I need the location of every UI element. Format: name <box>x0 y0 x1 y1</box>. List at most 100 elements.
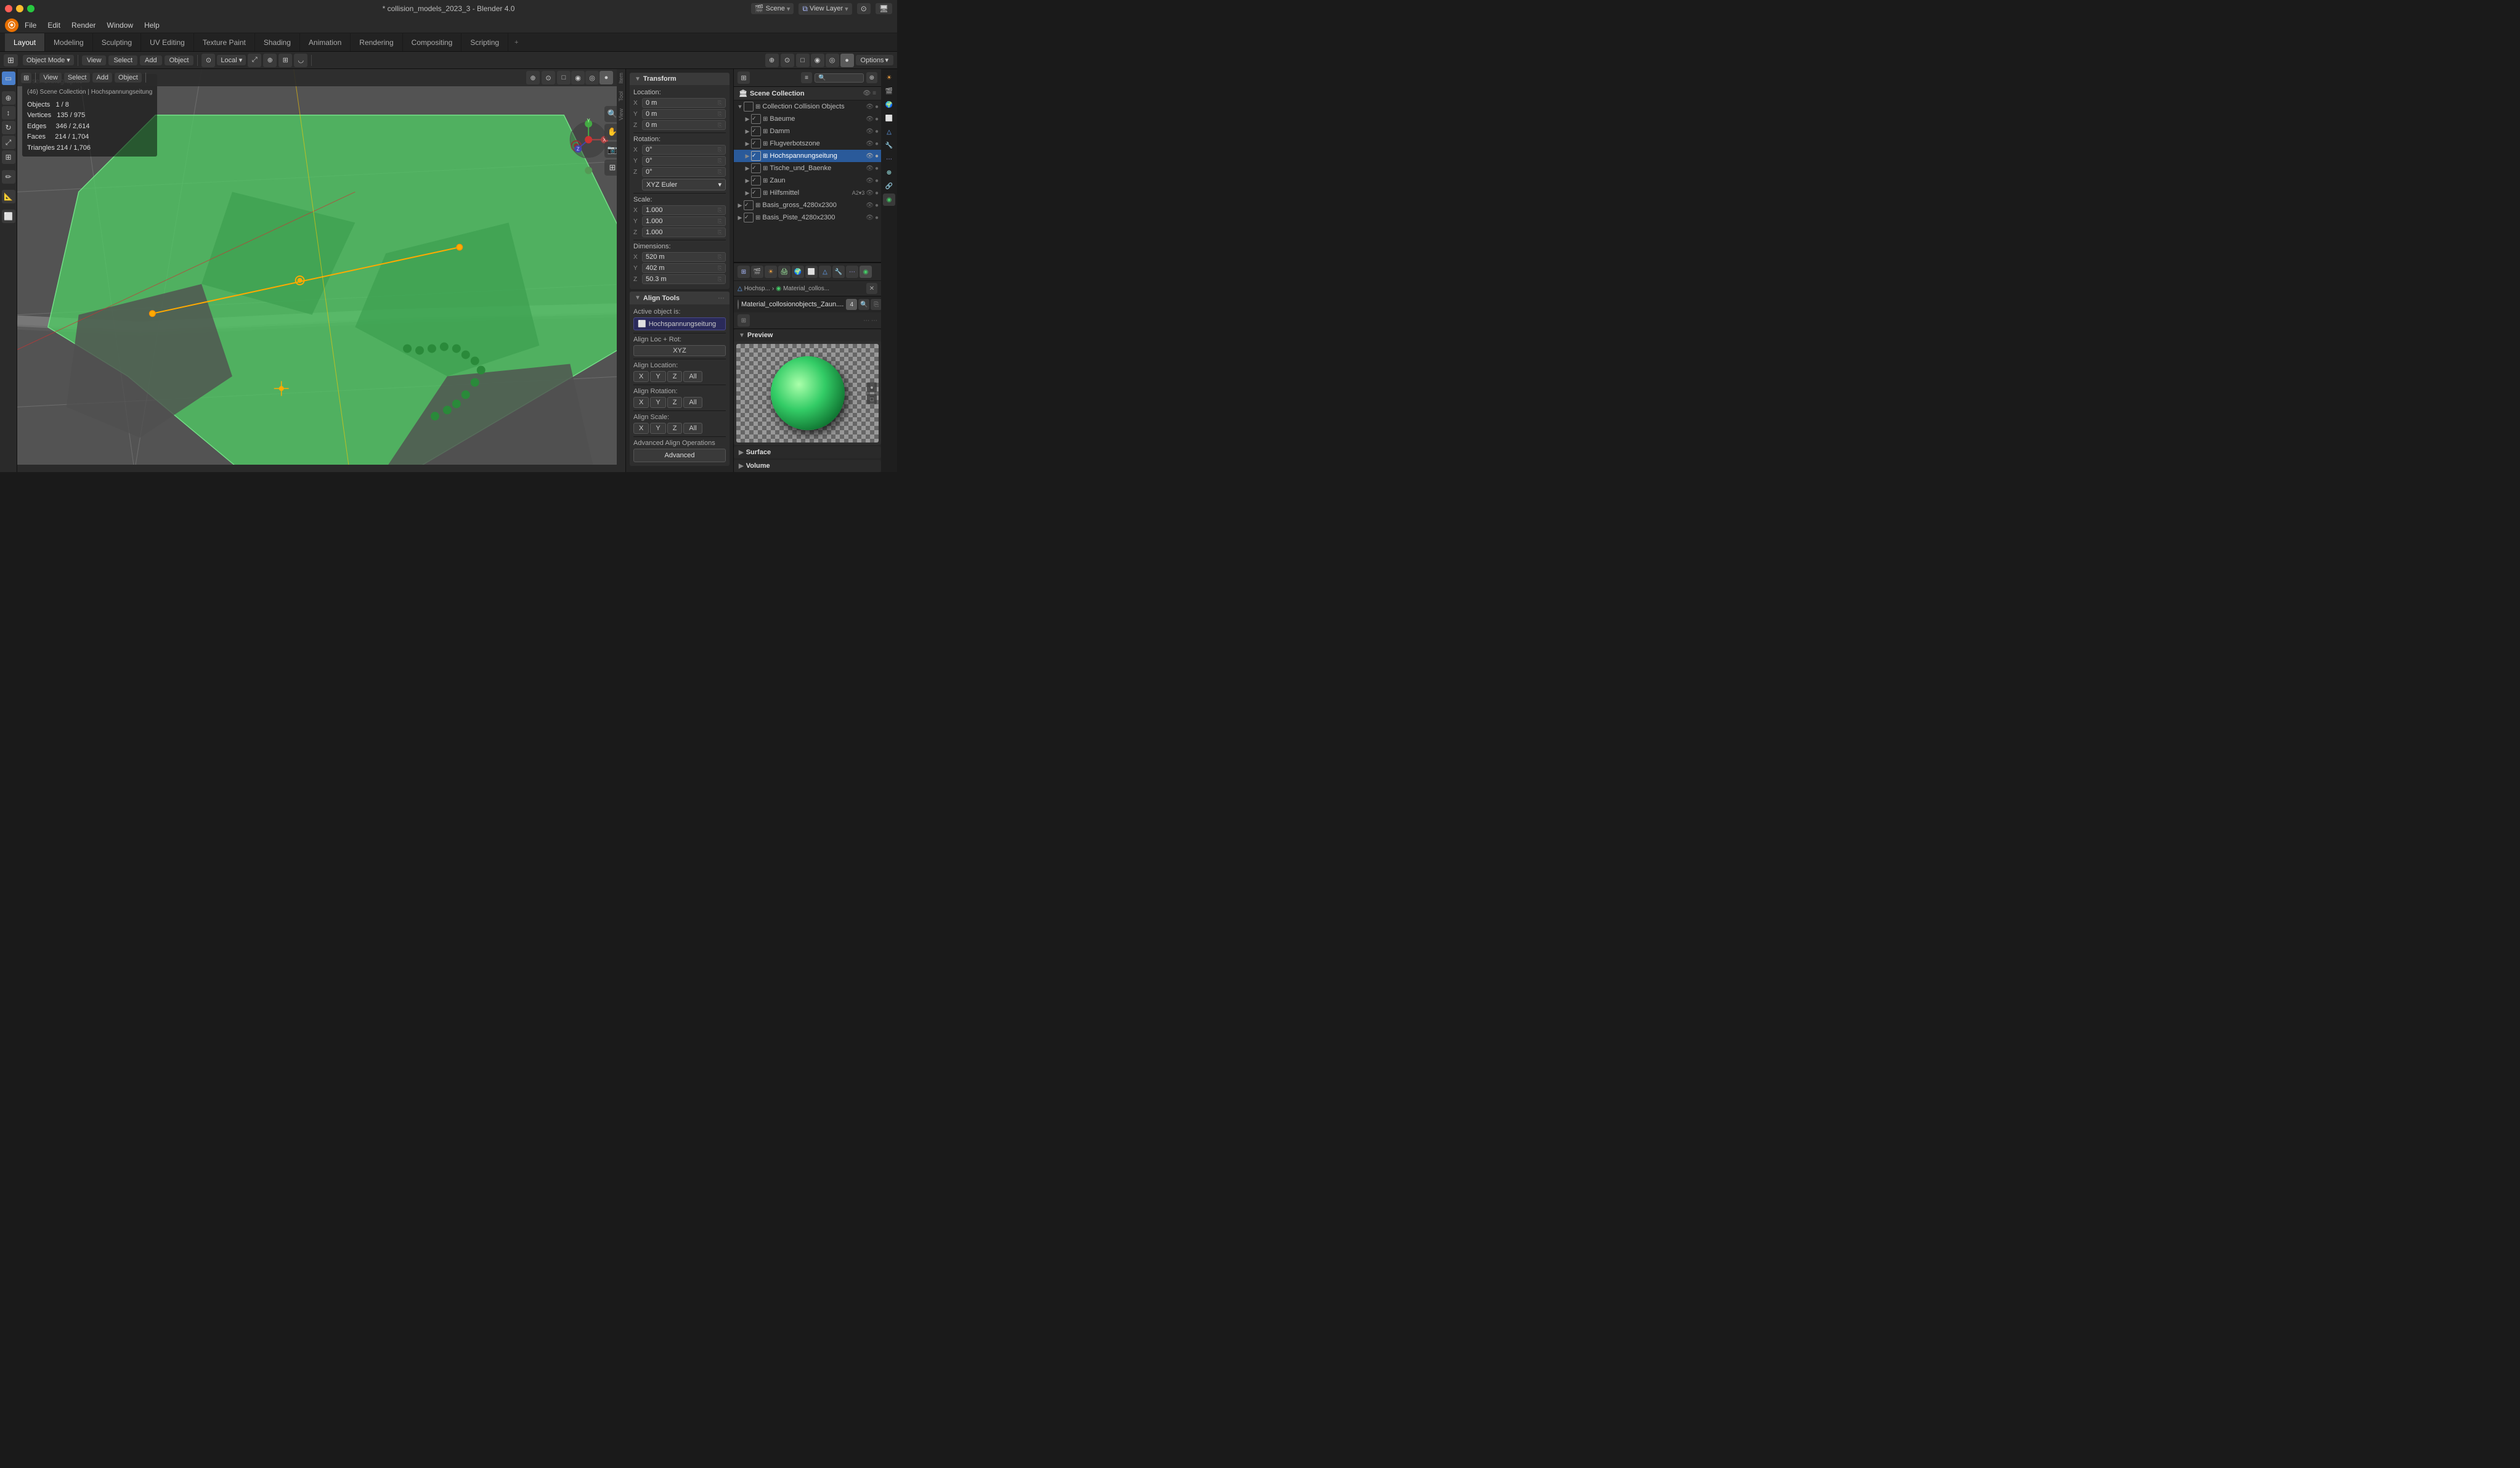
sc-filter-icon[interactable]: ≡ <box>872 90 876 97</box>
scene-search-input[interactable] <box>815 73 864 83</box>
rotate-tool[interactable]: ↻ <box>2 121 15 134</box>
options-button[interactable]: Options ▾ <box>856 55 893 65</box>
hilfs-checkbox[interactable]: ✓ <box>751 188 761 198</box>
align-options-icon[interactable]: ⋯ <box>718 294 725 302</box>
rt-filter-icon[interactable]: ≡ <box>801 72 812 83</box>
menu-window[interactable]: Window <box>102 20 138 31</box>
pib-data-icon[interactable]: △ <box>883 126 895 138</box>
align-tools-header[interactable]: ▼ Align Tools ⋯ <box>630 292 730 304</box>
cursor-tool[interactable]: ⊕ <box>2 91 15 105</box>
item-tab[interactable]: Item <box>617 69 625 88</box>
dim-x-field[interactable]: 520 m ⎘ <box>642 252 726 262</box>
scene-selector[interactable]: 🎬 Scene ▾ <box>751 3 794 14</box>
viewport-select-menu[interactable]: Select <box>64 73 91 83</box>
damm-eye[interactable]: 👁 <box>866 128 874 135</box>
flug-dot[interactable]: ● <box>875 141 879 147</box>
root-eye-icon[interactable]: 👁 <box>866 104 874 110</box>
tab-animation[interactable]: Animation <box>300 33 351 51</box>
viewport-scrollbar[interactable] <box>17 465 617 472</box>
blender-logo[interactable]: ⦿ <box>5 18 18 32</box>
tab-modeling[interactable]: Modeling <box>45 33 93 51</box>
vp-overlay-btn[interactable]: ⊕ <box>526 71 540 84</box>
object-menu[interactable]: Object <box>165 55 194 65</box>
surface-header[interactable]: ▶ Surface <box>734 446 881 459</box>
pivot-icon[interactable]: ⊕ <box>263 54 277 67</box>
mat-output-icon[interactable]: 🖨 <box>778 266 791 278</box>
scale-z-field[interactable]: 1.000 ⎘ <box>642 227 726 237</box>
basis-piste-eye[interactable]: 👁 <box>866 214 874 221</box>
scale-x-field[interactable]: 1.000 ⎘ <box>642 205 726 215</box>
gizmo-icon[interactable]: ⊙ <box>781 54 794 67</box>
tische-checkbox[interactable]: ✓ <box>751 163 761 173</box>
damm-dot[interactable]: ● <box>875 128 879 135</box>
tool-tab[interactable]: Tool <box>617 88 625 105</box>
collection-hochspannungseitung[interactable]: ▶ ✓ ⊞ Hochspannungseitung 👁 ● <box>734 150 881 162</box>
baeume-checkbox[interactable]: ✓ <box>751 114 761 124</box>
menu-file[interactable]: File <box>20 20 41 31</box>
close-button[interactable] <box>5 5 12 12</box>
shading-wire-icon[interactable]: □ <box>796 54 810 67</box>
sc-eye-icon[interactable]: 👁 <box>863 90 871 97</box>
basis-gross-checkbox[interactable]: ✓ <box>744 200 754 210</box>
pib-modifier-icon[interactable]: 🔧 <box>883 139 895 152</box>
tab-shading[interactable]: Shading <box>255 33 300 51</box>
select-menu[interactable]: Select <box>108 55 137 65</box>
preview-flat-icon[interactable]: □ <box>867 394 877 404</box>
tab-scripting[interactable]: Scripting <box>461 33 508 51</box>
scale-y-field[interactable]: 1.000 ⎘ <box>642 216 726 226</box>
basis-piste-checkbox[interactable]: ✓ <box>744 213 754 222</box>
view-layer-selector[interactable]: ⧉ View Layer ▾ <box>799 3 852 15</box>
mat-particles-icon[interactable]: ⋯ <box>846 266 858 278</box>
dim-z-field[interactable]: 50.3 m ⎘ <box>642 274 726 284</box>
dim-y-field[interactable]: 402 m ⎘ <box>642 263 726 273</box>
pib-scene-icon[interactable]: 🎬 <box>883 85 895 97</box>
basis-gross-dot[interactable]: ● <box>875 202 879 209</box>
mat-copy-btn[interactable]: ⎘ <box>871 299 881 310</box>
basis-piste-dot[interactable]: ● <box>875 214 879 221</box>
tab-rendering[interactable]: Rendering <box>351 33 402 51</box>
preview-header[interactable]: ▼ Preview <box>734 329 881 341</box>
hoch-eye[interactable]: 👁 <box>866 153 874 160</box>
hoch-checkbox[interactable]: ✓ <box>751 151 761 161</box>
shading-solid-icon[interactable]: ◉ <box>811 54 824 67</box>
flug-checkbox[interactable]: ✓ <box>751 139 761 149</box>
zaun-eye[interactable]: 👁 <box>866 177 874 184</box>
maximize-button[interactable] <box>27 5 35 12</box>
align-loc-rot-xyz-btn[interactable]: XYZ <box>633 345 726 356</box>
collection-baeume[interactable]: ▶ ✓ ⊞ Baeume 👁 ● <box>734 113 881 125</box>
transform-tool[interactable]: ⊞ <box>2 150 15 164</box>
mat-mesh-icon[interactable]: △ <box>819 266 831 278</box>
pib-physics-icon[interactable]: ⊕ <box>883 166 895 179</box>
mat-mode-icon[interactable]: ⊞ <box>738 266 750 278</box>
view-tab[interactable]: View <box>617 105 625 124</box>
align-scale-y-btn[interactable]: Y <box>650 423 665 434</box>
baeume-eye[interactable]: 👁 <box>866 116 874 123</box>
shading-render-icon[interactable]: ● <box>840 54 854 67</box>
align-loc-all-btn[interactable]: All <box>683 371 702 382</box>
snap-icon[interactable]: ⊙ <box>201 54 215 67</box>
tab-texture-paint[interactable]: Texture Paint <box>194 33 255 51</box>
tab-uv-editing[interactable]: UV Editing <box>141 33 194 51</box>
object-mode-dropdown[interactable]: Object Mode ▾ <box>23 55 74 65</box>
collection-tische[interactable]: ▶ ✓ ⊞ Tische_und_Baenke 👁 ● <box>734 162 881 174</box>
rt-sync-icon[interactable]: ⊕ <box>866 72 877 83</box>
mat-material-icon[interactable]: ◉ <box>860 266 872 278</box>
minimize-button[interactable] <box>16 5 23 12</box>
falloff-icon[interactable]: ◡ <box>294 54 307 67</box>
volume-header[interactable]: ▶ Volume <box>734 460 881 472</box>
collection-basis-piste[interactable]: ▶ ✓ ⊞ Basis_Piste_4280x2300 👁 ● <box>734 211 881 224</box>
measure-tool[interactable]: 📐 <box>2 190 15 203</box>
mat-browse-btn[interactable]: 🔍 <box>858 299 869 310</box>
tab-sculpting[interactable]: Sculpting <box>93 33 141 51</box>
flug-eye[interactable]: 👁 <box>866 141 874 147</box>
menu-help[interactable]: Help <box>139 20 165 31</box>
collection-hilfsmittel[interactable]: ▶ ✓ ⊞ Hilfsmittel A2▾3 👁 ● <box>734 187 881 199</box>
align-loc-z-btn[interactable]: Z <box>667 371 683 382</box>
rotation-x-field[interactable]: 0° ⎘ <box>642 145 726 155</box>
rotation-y-field[interactable]: 0° ⎘ <box>642 156 726 166</box>
hoch-dot[interactable]: ● <box>875 153 879 160</box>
align-scale-z-btn[interactable]: Z <box>667 423 683 434</box>
editor-type-selector[interactable]: 🖥 <box>876 3 892 14</box>
mat-render-icon[interactable]: ☀ <box>765 266 777 278</box>
snap-grid-icon[interactable]: ⊞ <box>278 54 292 67</box>
